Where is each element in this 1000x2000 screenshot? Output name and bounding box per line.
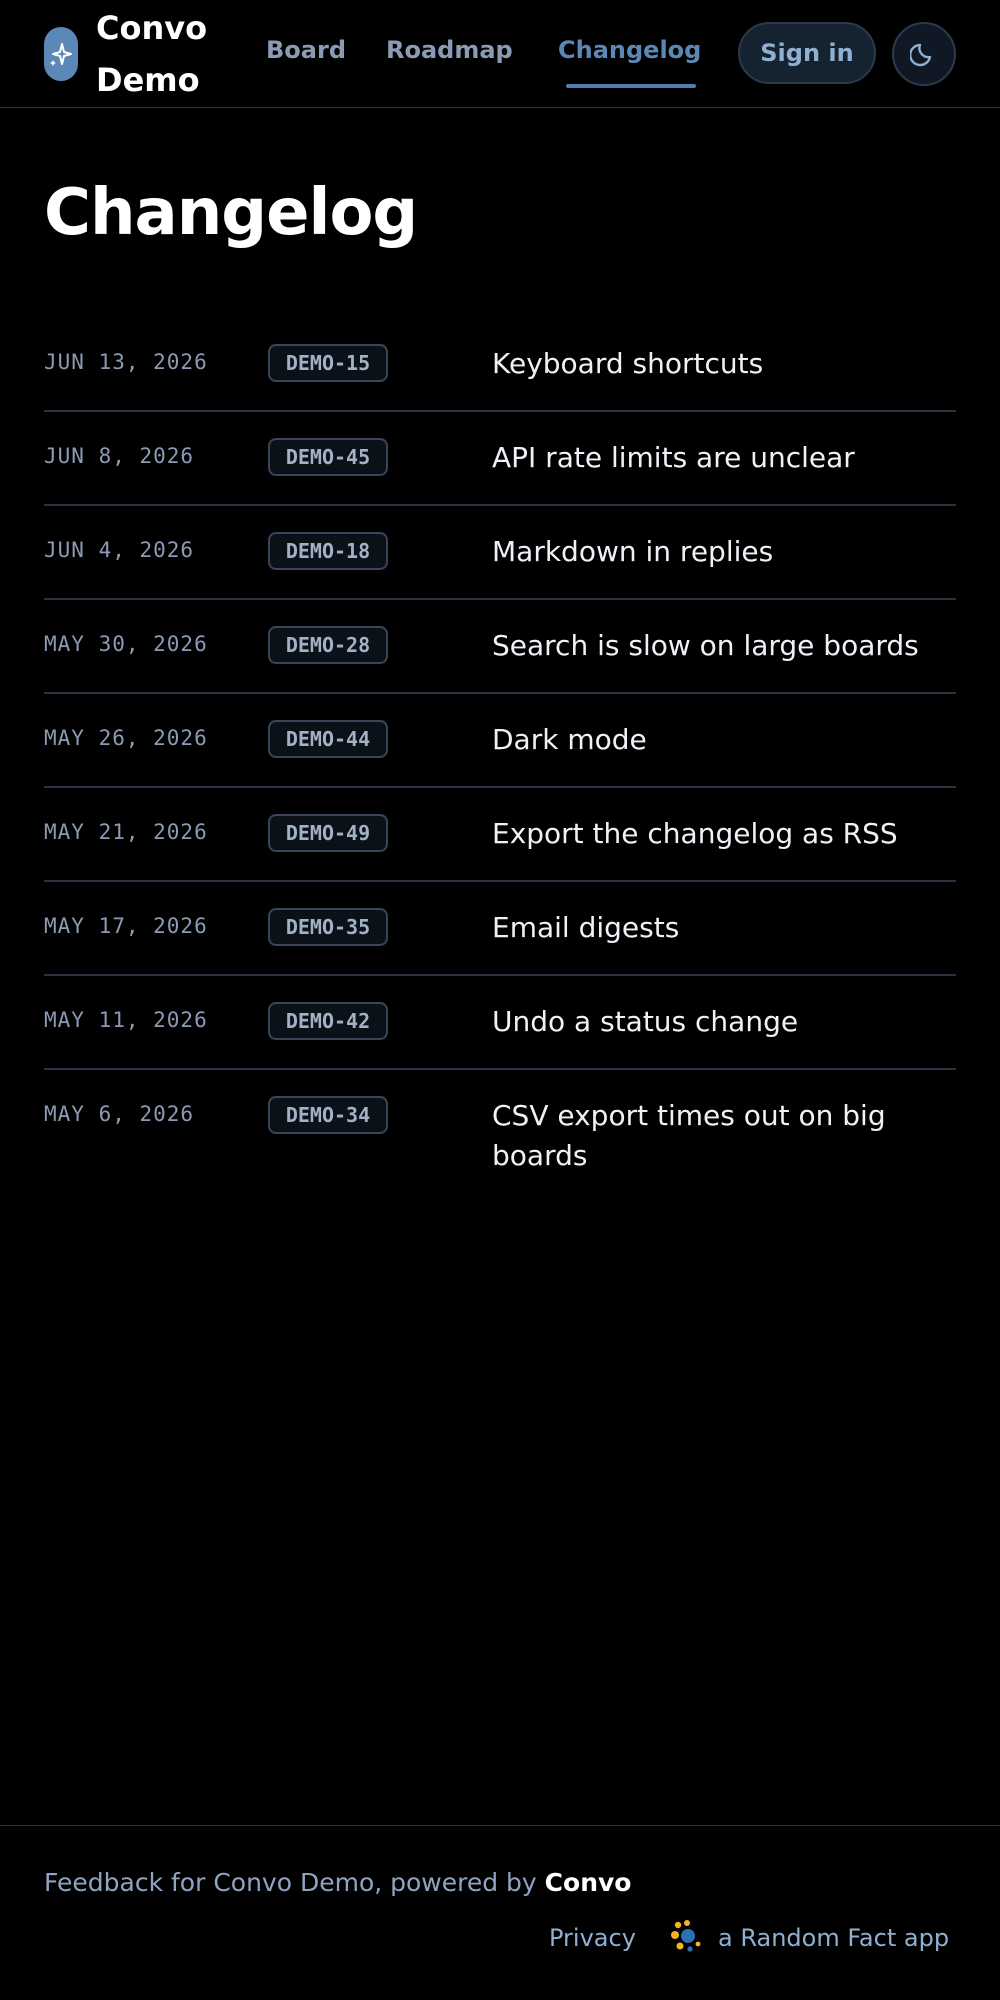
active-nav-indicator xyxy=(566,84,696,88)
nav-board[interactable]: Board xyxy=(266,36,346,64)
changelog-entry[interactable]: JUN 13, 2026 DEMO-15 Keyboard shortcuts xyxy=(44,318,956,412)
entry-date: JUN 8, 2026 xyxy=(44,444,195,468)
powered-by-brand-link[interactable]: Convo xyxy=(545,1868,632,1897)
nav-changelog[interactable]: Changelog xyxy=(558,36,701,64)
made-by-label: a Random Fact app xyxy=(718,1924,950,1952)
changelog-entry[interactable]: MAY 11, 2026 DEMO-42 Undo a status chang… xyxy=(44,976,956,1070)
entry-title[interactable]: Export the changelog as RSS xyxy=(492,788,956,880)
entry-id-badge[interactable]: DEMO-42 xyxy=(268,1002,388,1040)
entry-id-badge[interactable]: DEMO-34 xyxy=(268,1096,388,1134)
entry-id-badge[interactable]: DEMO-45 xyxy=(268,438,388,476)
entry-id-badge[interactable]: DEMO-35 xyxy=(268,908,388,946)
entry-id-badge[interactable]: DEMO-49 xyxy=(268,814,388,852)
site-footer: Feedback for Convo Demo, powered by Conv… xyxy=(0,1825,1000,2000)
entry-title[interactable]: Markdown in replies xyxy=(492,506,956,598)
entry-date: MAY 21, 2026 xyxy=(44,820,208,844)
entry-id-badge[interactable]: DEMO-15 xyxy=(268,344,388,382)
entry-id-badge[interactable]: DEMO-28 xyxy=(268,626,388,664)
changelog-entry[interactable]: MAY 17, 2026 DEMO-35 Email digests xyxy=(44,882,956,976)
entry-title[interactable]: CSV export times out on big boards xyxy=(492,1070,956,1202)
site-header: Convo Demo Board Roadmap Changelog Sign … xyxy=(0,0,1000,108)
changelog-entry[interactable]: MAY 26, 2026 DEMO-44 Dark mode xyxy=(44,694,956,788)
changelog-entry[interactable]: MAY 30, 2026 DEMO-28 Search is slow on l… xyxy=(44,600,956,694)
random-fact-logo-icon xyxy=(668,1918,704,1958)
moon-icon xyxy=(909,39,938,70)
entry-date: JUN 13, 2026 xyxy=(44,350,208,374)
brand-name: Convo Demo xyxy=(96,9,208,99)
changelog-list: JUN 13, 2026 DEMO-15 Keyboard shortcuts … xyxy=(44,318,956,1202)
entry-id-badge[interactable]: DEMO-18 xyxy=(268,532,388,570)
entry-title[interactable]: Undo a status change xyxy=(492,976,956,1068)
sign-in-button[interactable]: Sign in xyxy=(738,22,876,84)
sparkle-icon xyxy=(44,27,78,81)
made-by-link[interactable]: a Random Fact app xyxy=(668,1920,949,1956)
entry-title[interactable]: Email digests xyxy=(492,882,956,974)
brand[interactable]: Convo Demo xyxy=(44,0,216,108)
changelog-entry[interactable]: JUN 8, 2026 DEMO-45 API rate limits are … xyxy=(44,412,956,506)
powered-by-prefix: Feedback for Convo Demo, powered by xyxy=(44,1868,545,1897)
nav-roadmap[interactable]: Roadmap xyxy=(386,36,513,64)
entry-date: MAY 6, 2026 xyxy=(44,1102,195,1126)
entry-date: MAY 17, 2026 xyxy=(44,914,208,938)
entry-date: MAY 30, 2026 xyxy=(44,632,208,656)
theme-toggle-button[interactable] xyxy=(892,22,956,86)
page-title: Changelog xyxy=(44,176,418,250)
entry-title[interactable]: Search is slow on large boards xyxy=(492,600,956,692)
entry-title[interactable]: Keyboard shortcuts xyxy=(492,318,956,410)
entry-date: MAY 26, 2026 xyxy=(44,726,208,750)
entry-title[interactable]: API rate limits are unclear xyxy=(492,412,956,504)
powered-by-text: Feedback for Convo Demo, powered by Conv… xyxy=(44,1868,631,1897)
entry-date: MAY 11, 2026 xyxy=(44,1008,208,1032)
entry-date: JUN 4, 2026 xyxy=(44,538,195,562)
changelog-entry[interactable]: JUN 4, 2026 DEMO-18 Markdown in replies xyxy=(44,506,956,600)
entry-id-badge[interactable]: DEMO-44 xyxy=(268,720,388,758)
entry-title[interactable]: Dark mode xyxy=(492,694,956,786)
privacy-link[interactable]: Privacy xyxy=(549,1924,636,1952)
changelog-entry[interactable]: MAY 6, 2026 DEMO-34 CSV export times out… xyxy=(44,1070,956,1202)
changelog-entry[interactable]: MAY 21, 2026 DEMO-49 Export the changelo… xyxy=(44,788,956,882)
